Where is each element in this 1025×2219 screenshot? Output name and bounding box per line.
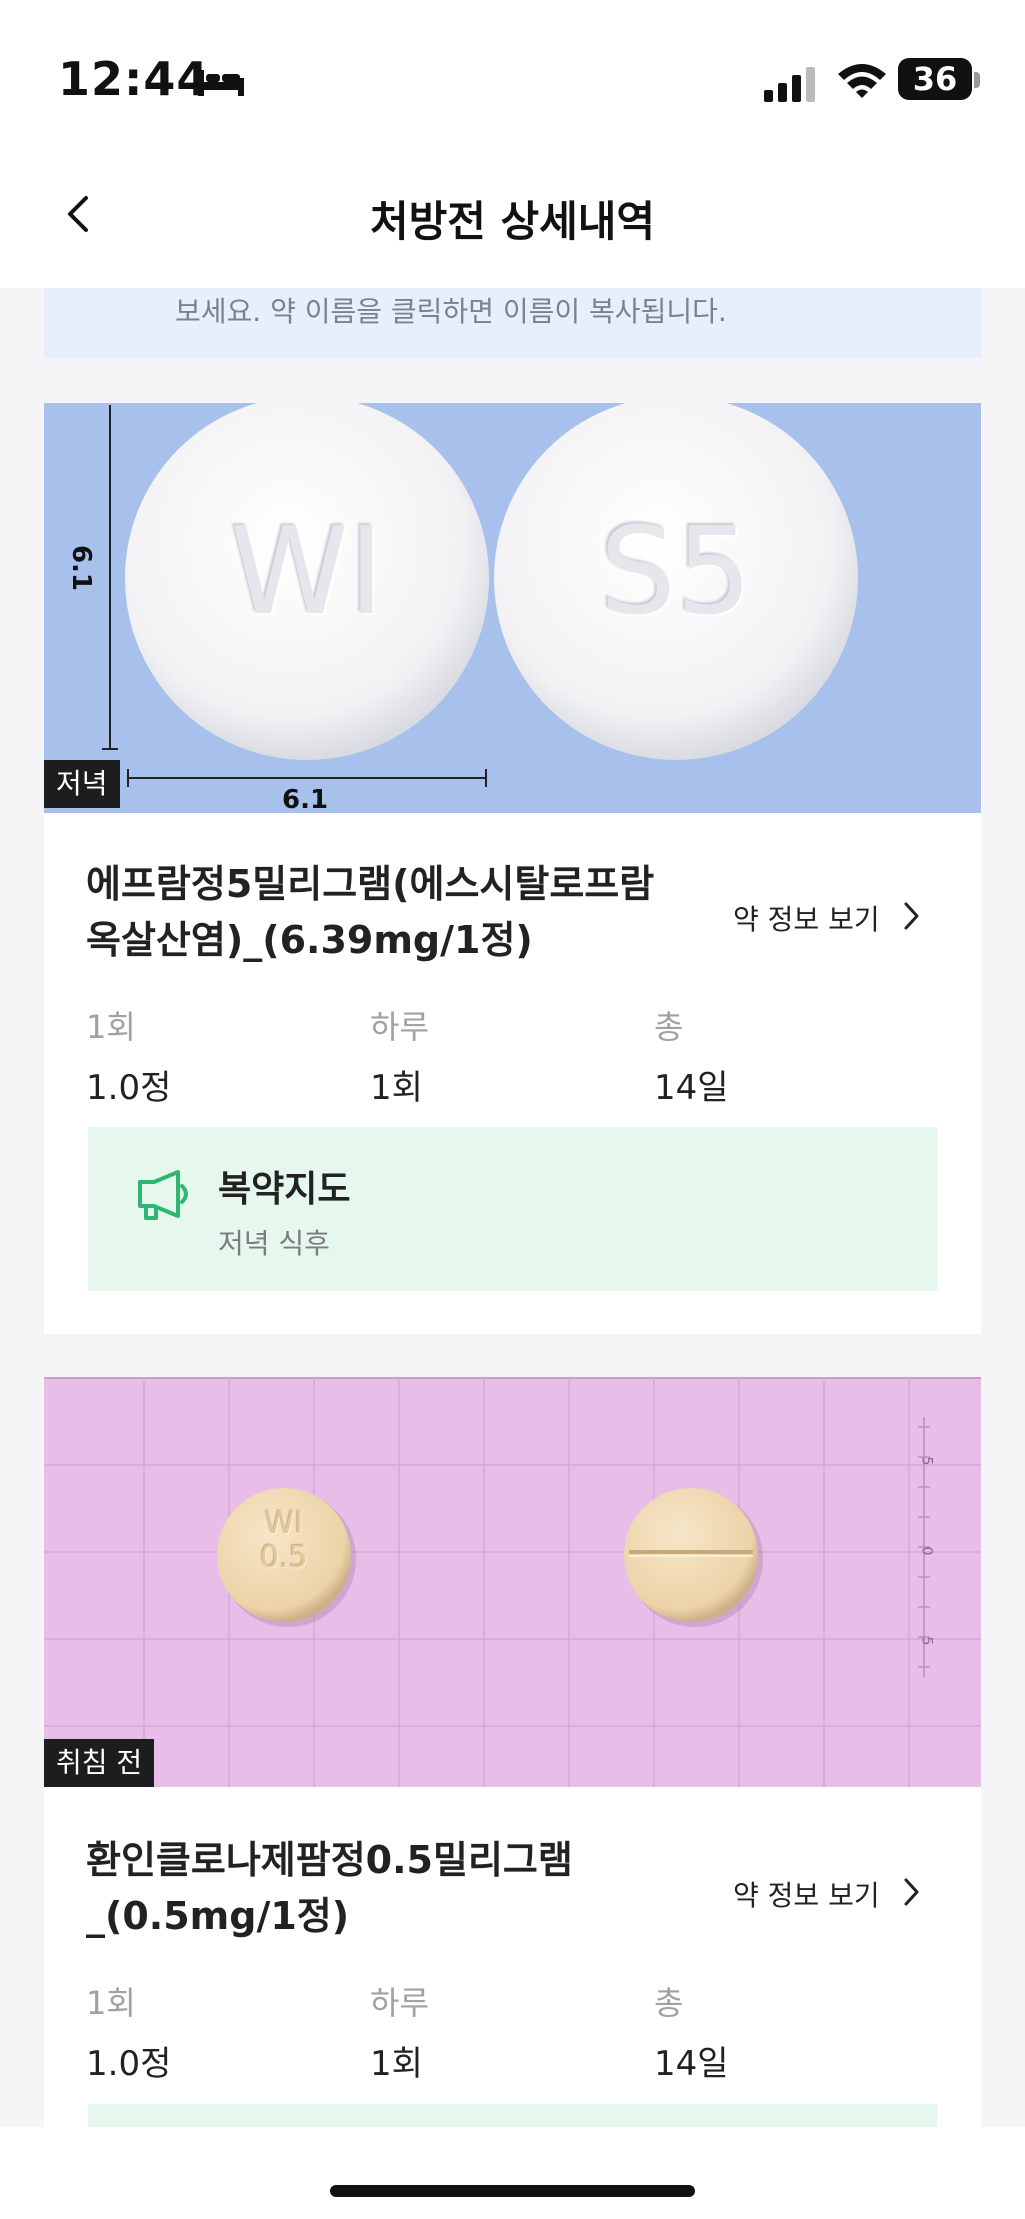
chevron-right-icon[interactable] bbox=[900, 1876, 922, 1908]
guide-title: 복약지도 bbox=[218, 1169, 351, 1210]
drug-name-line-1: 에프람정5밀리그램(에스시탈로프람 bbox=[86, 862, 655, 906]
drug-name-line-2: _(0.5mg/1정) bbox=[86, 1894, 350, 1938]
drug-info-link[interactable]: 약 정보 보기 bbox=[733, 1874, 880, 1914]
daily-label: 하루 bbox=[370, 1984, 429, 2022]
dose-value: 1.0정 bbox=[86, 1068, 172, 1108]
pill-image: 5 0 5 WI 0.5 취침 전 bbox=[44, 1377, 981, 1787]
ruler-mark: 5 bbox=[918, 1636, 935, 1646]
drug-info-link[interactable]: 약 정보 보기 bbox=[733, 898, 880, 938]
daily-label: 하루 bbox=[370, 1008, 429, 1046]
home-indicator[interactable] bbox=[330, 2185, 695, 2197]
dimension-height: 6.1 bbox=[66, 544, 97, 592]
total-label: 총 bbox=[654, 1984, 684, 2022]
imprint-front: WI 0.5 bbox=[260, 1506, 308, 1575]
notice-text: 보세요. 약 이름을 클릭하면 이름이 복사됩니다. bbox=[175, 295, 727, 328]
imprint-front: WI bbox=[229, 503, 385, 642]
drug-name-line-2: 옥살산염)_(6.39mg/1정) bbox=[86, 918, 533, 962]
megaphone-icon bbox=[138, 1170, 188, 1220]
ruler-mark: 0 bbox=[918, 1546, 935, 1556]
dimension-width: 6.1 bbox=[282, 785, 329, 813]
wifi-icon bbox=[838, 64, 886, 98]
ruler-mark: 5 bbox=[918, 1456, 935, 1466]
drug-name-line-1: 환인클로나제팜정0.5밀리그램 bbox=[86, 1838, 573, 1882]
battery-cap bbox=[974, 72, 980, 88]
status-time: 12:44 bbox=[58, 52, 210, 106]
pill-illustration bbox=[44, 1377, 981, 1787]
chevron-right-icon[interactable] bbox=[900, 900, 922, 932]
total-value: 14일 bbox=[654, 2044, 729, 2084]
sleep-focus-icon bbox=[198, 70, 244, 96]
total-label: 총 bbox=[654, 1008, 684, 1046]
daily-value: 1회 bbox=[370, 1068, 423, 1108]
dose-label: 1회 bbox=[86, 1008, 136, 1046]
dose-label: 1회 bbox=[86, 1984, 136, 2022]
cellular-signal-icon bbox=[764, 67, 815, 102]
total-value: 14일 bbox=[654, 1068, 729, 1108]
drug-name[interactable]: 에프람정5밀리그램(에스시탈로프람 옥살산염)_(6.39mg/1정) bbox=[86, 856, 726, 968]
drug-name[interactable]: 환인클로나제팜정0.5밀리그램 _(0.5mg/1정) bbox=[86, 1832, 726, 1944]
dose-value: 1.0정 bbox=[86, 2044, 172, 2084]
daily-value: 1회 bbox=[370, 2044, 423, 2084]
bottom-safe-area bbox=[0, 2127, 1025, 2219]
medication-guide-box bbox=[88, 2104, 937, 2127]
page-title: 처방전 상세내역 bbox=[369, 197, 656, 246]
pill-illustration bbox=[102, 403, 858, 787]
battery-indicator: 36 bbox=[898, 58, 972, 100]
timing-tag: 저녁 bbox=[44, 760, 120, 808]
medication-guide-box bbox=[88, 1127, 937, 1291]
pill-image: 6.1 6.1 WI S5 저녁 bbox=[44, 403, 981, 813]
timing-tag: 취침 전 bbox=[44, 1739, 155, 1787]
guide-detail: 저녁 식후 bbox=[218, 1227, 330, 1260]
imprint-back: S5 bbox=[599, 503, 753, 642]
